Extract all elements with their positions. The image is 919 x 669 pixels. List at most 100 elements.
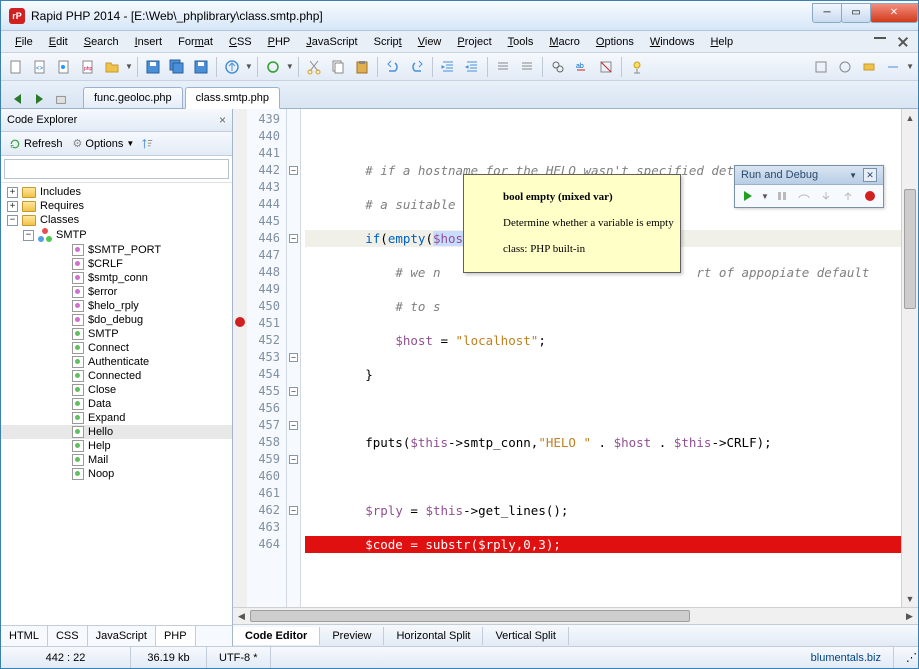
- replace-button[interactable]: ab: [571, 56, 593, 78]
- save-button[interactable]: [142, 56, 164, 78]
- etab-hsplit[interactable]: Horizontal Split: [384, 627, 483, 645]
- vertical-scrollbar[interactable]: ▲ ▼: [901, 109, 918, 607]
- new-css-button[interactable]: [53, 56, 75, 78]
- tree-member[interactable]: $smtp_conn: [1, 271, 232, 285]
- etab-preview[interactable]: Preview: [320, 627, 384, 645]
- tree-member[interactable]: Help: [1, 439, 232, 453]
- run-debug-panel[interactable]: Run and Debug ▼ ✕ ▼: [734, 165, 884, 208]
- new-file-button[interactable]: [5, 56, 27, 78]
- tree-classes[interactable]: −Classes: [1, 213, 232, 227]
- file-tab-0[interactable]: func.geoloc.php: [83, 87, 183, 108]
- tree-member[interactable]: $CRLF: [1, 257, 232, 271]
- file-tab-1[interactable]: class.smtp.php: [185, 87, 280, 109]
- find-button[interactable]: [547, 56, 569, 78]
- tree-includes[interactable]: +Includes: [1, 185, 232, 199]
- menu-javascript[interactable]: JavaScript: [298, 33, 365, 51]
- tool-extra-4[interactable]: [882, 56, 904, 78]
- tree-member[interactable]: Hello: [1, 425, 232, 439]
- btab-js[interactable]: JavaScript: [88, 626, 156, 646]
- tree-member[interactable]: Mail: [1, 453, 232, 467]
- menu-search[interactable]: Search: [76, 33, 127, 51]
- preview-button[interactable]: [262, 56, 284, 78]
- undo-button[interactable]: [382, 56, 404, 78]
- scrollbar-thumb[interactable]: [904, 189, 916, 309]
- play-dropdown-icon[interactable]: ▼: [761, 192, 769, 201]
- tree-class-smtp[interactable]: −SMTP: [1, 227, 232, 243]
- tree-member[interactable]: Connect: [1, 341, 232, 355]
- mdi-minimize-icon[interactable]: [874, 37, 886, 39]
- hscrollbar-thumb[interactable]: [250, 610, 690, 622]
- run-debug-header[interactable]: Run and Debug ▼ ✕: [735, 166, 883, 185]
- menu-file[interactable]: File: [7, 33, 41, 51]
- tree-member[interactable]: Authenticate: [1, 355, 232, 369]
- fold-gutter[interactable]: −−−−−−−: [287, 109, 301, 607]
- menu-windows[interactable]: Windows: [642, 33, 703, 51]
- menu-format[interactable]: Format: [170, 33, 221, 51]
- options-button[interactable]: ⚙ Options ▼: [69, 135, 139, 152]
- paste-button[interactable]: [351, 56, 373, 78]
- filter-input[interactable]: [4, 159, 229, 179]
- menu-options[interactable]: Options: [588, 33, 642, 51]
- status-link[interactable]: blumentals.biz: [799, 652, 893, 664]
- run-debug-dropdown-icon[interactable]: ▼: [849, 171, 857, 180]
- status-encoding[interactable]: UTF-8 *: [207, 647, 271, 668]
- tree-member[interactable]: Noop: [1, 467, 232, 481]
- upload-button[interactable]: [221, 56, 243, 78]
- tree-member[interactable]: $helo_rply: [1, 299, 232, 313]
- pause-button[interactable]: [773, 188, 791, 204]
- tool-extra-2[interactable]: [834, 56, 856, 78]
- new-html-button[interactable]: <>: [29, 56, 51, 78]
- menu-insert[interactable]: Insert: [127, 33, 171, 51]
- close-button[interactable]: ✕: [870, 3, 918, 23]
- menu-tools[interactable]: Tools: [500, 33, 542, 51]
- tree-member[interactable]: Expand: [1, 411, 232, 425]
- tool-extra-3[interactable]: [858, 56, 880, 78]
- breakpoint-gutter[interactable]: [233, 109, 247, 607]
- goto-button[interactable]: [595, 56, 617, 78]
- tree-member[interactable]: Connected: [1, 369, 232, 383]
- copy-button[interactable]: [327, 56, 349, 78]
- nav-forward-button[interactable]: [29, 90, 49, 108]
- open-button[interactable]: [101, 56, 123, 78]
- step-into-button[interactable]: [817, 188, 835, 204]
- uncomment-button[interactable]: [516, 56, 538, 78]
- status-resize-grip[interactable]: ⋰: [893, 647, 918, 668]
- tree-member[interactable]: $SMTP_PORT: [1, 243, 232, 257]
- nav-back-button[interactable]: [7, 90, 27, 108]
- record-button[interactable]: [861, 188, 879, 204]
- etab-code-editor[interactable]: Code Editor: [233, 627, 320, 645]
- new-php-button[interactable]: php: [77, 56, 99, 78]
- menu-edit[interactable]: Edit: [41, 33, 76, 51]
- maximize-button[interactable]: ▭: [841, 3, 871, 23]
- save-all-button[interactable]: [166, 56, 188, 78]
- run-button[interactable]: [626, 56, 648, 78]
- tree-member[interactable]: Data: [1, 397, 232, 411]
- menu-php[interactable]: PHP: [260, 33, 299, 51]
- btab-css[interactable]: CSS: [48, 626, 88, 646]
- step-out-button[interactable]: [839, 188, 857, 204]
- redo-button[interactable]: [406, 56, 428, 78]
- refresh-button[interactable]: Refresh: [5, 136, 67, 152]
- menu-view[interactable]: View: [410, 33, 450, 51]
- tree-member[interactable]: $do_debug: [1, 313, 232, 327]
- sort-button[interactable]: [140, 137, 154, 151]
- indent-button[interactable]: [437, 56, 459, 78]
- menu-script[interactable]: Script: [366, 33, 410, 51]
- tree-member[interactable]: SMTP: [1, 327, 232, 341]
- tool-extra-1[interactable]: [810, 56, 832, 78]
- btab-html[interactable]: HTML: [1, 626, 48, 646]
- tree-requires[interactable]: +Requires: [1, 199, 232, 213]
- run-debug-close-button[interactable]: ✕: [863, 168, 877, 182]
- menu-macro[interactable]: Macro: [541, 33, 588, 51]
- mdi-close-icon[interactable]: [898, 37, 908, 47]
- play-button[interactable]: [739, 188, 757, 204]
- menu-css[interactable]: CSS: [221, 33, 260, 51]
- tree-member[interactable]: Close: [1, 383, 232, 397]
- cut-button[interactable]: [303, 56, 325, 78]
- menu-help[interactable]: Help: [702, 33, 741, 51]
- outdent-button[interactable]: [461, 56, 483, 78]
- btab-php[interactable]: PHP: [156, 626, 196, 646]
- tree-member[interactable]: $error: [1, 285, 232, 299]
- save-as-button[interactable]: [190, 56, 212, 78]
- nav-disk-button[interactable]: [51, 90, 71, 108]
